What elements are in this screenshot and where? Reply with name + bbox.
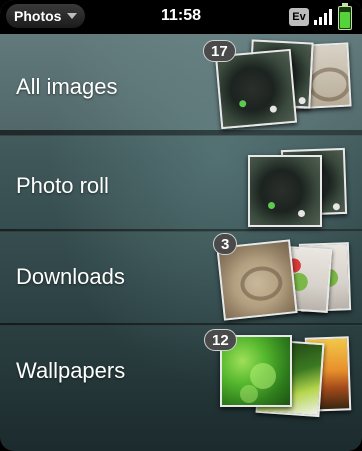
album-row-wallpapers[interactable]: Wallpapers 12 xyxy=(0,325,362,421)
battery-icon xyxy=(338,3,352,30)
album-count-badge: 17 xyxy=(203,40,236,62)
album-row-all-images[interactable]: All images 17 xyxy=(0,34,362,130)
status-bar: Photos 11:58 Ev xyxy=(0,0,362,34)
album-label: All images xyxy=(16,74,118,99)
album-thumbnail xyxy=(248,155,322,227)
album-label: Photo roll xyxy=(16,173,109,198)
album-count-badge: 3 xyxy=(213,233,238,255)
signal-strength-icon xyxy=(314,9,336,25)
album-row-photo-roll[interactable]: Photo roll xyxy=(0,137,362,229)
album-count-badge: 12 xyxy=(204,329,237,351)
photos-app-screen: Photos 11:58 Ev All images 17 Photo roll xyxy=(0,0,362,451)
row-divider xyxy=(0,130,362,136)
album-label: Downloads xyxy=(16,264,125,289)
network-type-badge: Ev xyxy=(289,8,309,26)
album-label: Wallpapers xyxy=(16,358,126,383)
album-row-downloads[interactable]: Downloads 3 xyxy=(0,231,362,323)
